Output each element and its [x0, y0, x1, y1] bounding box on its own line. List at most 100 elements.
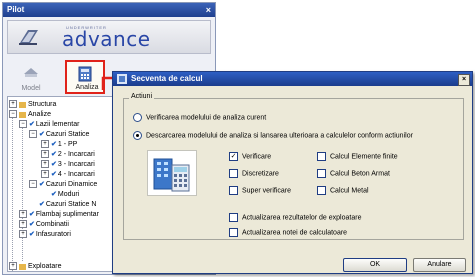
tree-item-label: Exploatare [28, 263, 62, 270]
checkbox-label: Actualizarea notei de calculatoare [242, 229, 348, 237]
checkbox[interactable] [229, 213, 238, 222]
tree-expander[interactable]: + [41, 140, 49, 149]
dialog-app-icon [117, 74, 127, 84]
check-verificare[interactable]: ✓ Verificare [229, 152, 271, 161]
tree-item-label: Cazuri Statice N [45, 201, 97, 208]
tree-expander[interactable]: − [9, 110, 17, 119]
check-icon[interactable]: ✔ [39, 201, 45, 208]
tree-item-label: 1 - PP [57, 141, 78, 148]
check-calcul-metal[interactable]: Calcul Metal [317, 186, 369, 195]
checkbox[interactable] [317, 186, 326, 195]
ok-button[interactable]: OK [343, 258, 407, 272]
model-icon [24, 68, 38, 77]
tree-expander[interactable]: + [19, 220, 27, 229]
radio-verify-current[interactable]: Verificarea modelului de analiza curent [133, 113, 266, 122]
cancel-button[interactable]: Anulare [413, 258, 466, 272]
tree-item[interactable]: + ✔1 - PP [41, 140, 77, 149]
folder-icon [19, 263, 26, 270]
checkbox-label: Super verificare [242, 187, 292, 195]
tree-item-label: Flambaj suplimentar [35, 211, 99, 218]
tree-item[interactable]: + ✔2 - Incarcari [41, 150, 95, 159]
tree-item[interactable]: + ✔Infasuratori [19, 230, 71, 239]
tree-item-label: Cazuri Statice [45, 131, 90, 138]
pilot-title: Pilot [7, 5, 25, 14]
check-icon[interactable]: ✔ [29, 231, 35, 238]
brand-logo-icon [19, 30, 38, 45]
radio-button[interactable] [133, 113, 142, 122]
check-icon[interactable]: ✔ [51, 151, 57, 158]
tree-item[interactable]: − ✔Lazii lementar [19, 120, 79, 129]
building-calculator-icon [147, 150, 197, 196]
tree-item[interactable]: + ✔Flambaj suplimentar [19, 210, 99, 219]
tab-model[interactable]: Model [11, 60, 51, 94]
check-icon[interactable]: ✔ [51, 171, 57, 178]
checkbox-checked-icon[interactable]: ✓ [229, 152, 238, 161]
tree-expander[interactable]: + [41, 160, 49, 169]
tab-model-label: Model [21, 85, 41, 92]
tree-item-label: 2 - Incarcari [57, 151, 95, 158]
check-actualizare-exploatare[interactable]: Actualizarea rezultatelor de exploatare [229, 213, 361, 222]
secventa-calcul-dialog: Secventa de calcul × Actiuni Verificarea… [112, 71, 473, 274]
radio-download-and-calc[interactable]: Descarcarea modelului de analiza si lans… [133, 131, 413, 140]
check-actualizare-calculatoare[interactable]: Actualizarea notei de calculatoare [229, 228, 347, 237]
check-icon[interactable]: ✔ [51, 191, 57, 198]
radio-button-selected[interactable] [133, 131, 142, 140]
radio-label: Descarcarea modelului de analiza si lans… [146, 132, 413, 140]
tree-expander[interactable]: + [9, 100, 17, 109]
tree-expander[interactable]: + [41, 150, 49, 159]
checkbox[interactable] [317, 152, 326, 161]
tree-expander[interactable]: − [19, 120, 27, 129]
group-label: Actiuni [129, 93, 155, 100]
checkbox-label: Calcul Beton Armat [330, 170, 390, 178]
tree-item[interactable]: − ✔Cazuri Dinamice [29, 180, 97, 189]
tree-expander[interactable]: − [29, 180, 37, 189]
dialog-title: Secventa de calcul [131, 74, 203, 83]
tree-item-label: Structura [28, 101, 57, 108]
check-discretizare[interactable]: Discretizare [229, 169, 279, 178]
pilot-title-bar: Pilot × [3, 3, 215, 17]
tree-item[interactable]: − ✔Cazuri Statice [29, 130, 89, 139]
tab-analiza[interactable]: Analiza [65, 60, 105, 94]
tree-item-label: Analize [28, 111, 51, 118]
tree-item[interactable]: + Structura [9, 100, 56, 109]
check-icon[interactable]: ✔ [29, 221, 35, 228]
radio-label: Verificarea modelului de analiza curent [146, 114, 267, 122]
check-icon[interactable]: ✔ [51, 141, 57, 148]
check-icon[interactable]: ✔ [29, 121, 35, 128]
dialog-close-icon[interactable]: × [458, 74, 470, 86]
tree-expander[interactable]: − [29, 130, 37, 139]
brand-banner: UNDERWRITER advance [7, 20, 211, 54]
checkbox[interactable] [317, 169, 326, 178]
checkbox-label: Calcul Elemente finite [330, 153, 398, 161]
tree-item[interactable]: + ✔Combinatii [19, 220, 69, 229]
checkbox[interactable] [229, 186, 238, 195]
tree-item-label: Moduri [57, 191, 80, 198]
checkbox-label: Discretizare [242, 170, 279, 178]
checkbox[interactable] [229, 169, 238, 178]
pilot-close-icon[interactable]: × [206, 3, 211, 17]
tree-expander[interactable]: + [19, 210, 27, 219]
check-super-verificare[interactable]: Super verificare [229, 186, 291, 195]
tree-item[interactable]: + ✔3 - Incarcari [41, 160, 95, 169]
tree-expander[interactable]: + [41, 170, 49, 179]
tree-item-label: Infasuratori [35, 231, 71, 238]
check-icon[interactable]: ✔ [39, 181, 45, 188]
check-icon[interactable]: ✔ [51, 161, 57, 168]
tree-item[interactable]: ✔Moduri [51, 190, 79, 199]
check-calcul-elemente-finite[interactable]: Calcul Elemente finite [317, 152, 398, 161]
tree-expander[interactable]: + [19, 230, 27, 239]
analiza-icon [78, 66, 92, 82]
tree-item[interactable]: + ✔4 - Incarcari [41, 170, 95, 179]
tree-item[interactable]: − Analize [9, 110, 51, 119]
tree-item[interactable]: + Exploatare [9, 262, 61, 271]
tree-item-label: Combinatii [35, 221, 69, 228]
tree-item-label: Cazuri Dinamice [45, 181, 98, 188]
tree-expander[interactable]: + [9, 262, 17, 271]
checkbox[interactable] [229, 228, 238, 237]
tree-item[interactable]: ✔Cazuri Statice N [39, 200, 96, 209]
tree-item-label: Lazii lementar [35, 121, 80, 128]
check-icon[interactable]: ✔ [29, 211, 35, 218]
check-icon[interactable]: ✔ [39, 131, 45, 138]
check-calcul-beton-armat[interactable]: Calcul Beton Armat [317, 169, 390, 178]
folder-icon [19, 101, 26, 108]
